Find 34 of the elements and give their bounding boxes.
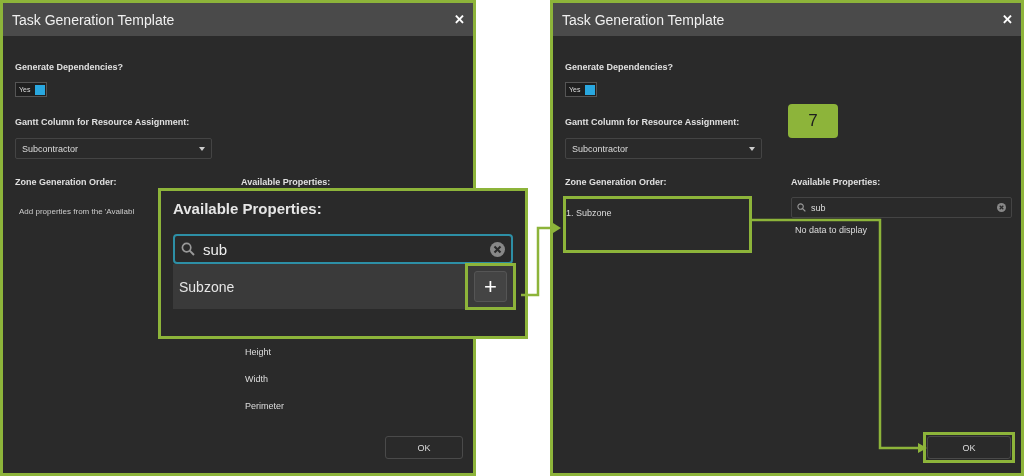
dropdown[interactable]: Subcontractor — [15, 138, 212, 159]
search-field[interactable]: sub — [791, 197, 1012, 218]
field-label: Generate Dependencies? — [565, 62, 675, 72]
callout-title: Available Properties: — [173, 200, 323, 217]
caret-icon — [749, 146, 755, 151]
field-label: Zone Generation Order: — [565, 177, 667, 187]
search-field[interactable]: sub — [173, 234, 513, 264]
field-label: Gantt Column for Resource Assignment: — [565, 117, 740, 127]
field-label: Generate Dependencies? — [15, 62, 125, 72]
add-button[interactable]: + — [474, 271, 507, 302]
field-label: Gantt Column for Resource Assignment: — [15, 117, 190, 127]
empty-message: No data to display — [794, 225, 868, 235]
clear-icon[interactable] — [490, 241, 505, 257]
close-button[interactable]: ✕ — [1002, 12, 1013, 27]
field-label: Zone Generation Order: — [15, 177, 117, 187]
step-badge: 7 — [788, 104, 838, 138]
field-label: Available Properties: — [791, 177, 881, 187]
property-item[interactable]: Perimeter — [245, 401, 284, 411]
close-button[interactable]: ✕ — [454, 12, 465, 27]
result-row[interactable]: Subzone + — [173, 264, 513, 309]
field-label: Available Properties: — [241, 177, 331, 187]
hint-text: Add properties from the 'Availabl — [18, 207, 135, 216]
dialog-title: Task Generation Template — [12, 11, 175, 28]
property-item[interactable]: Width — [245, 374, 284, 384]
dropdown[interactable]: Subcontractor — [565, 138, 762, 159]
property-item[interactable]: Height — [245, 347, 284, 357]
ok-button[interactable]: OK — [927, 436, 1011, 459]
clear-icon[interactable] — [997, 203, 1006, 212]
ok-button[interactable]: OK — [385, 436, 463, 459]
zone-item[interactable]: 1. Subzone — [566, 208, 749, 218]
search-icon — [181, 242, 195, 256]
caret-icon — [199, 146, 205, 151]
search-icon — [797, 203, 806, 212]
dialog-title: Task Generation Template — [562, 11, 725, 28]
